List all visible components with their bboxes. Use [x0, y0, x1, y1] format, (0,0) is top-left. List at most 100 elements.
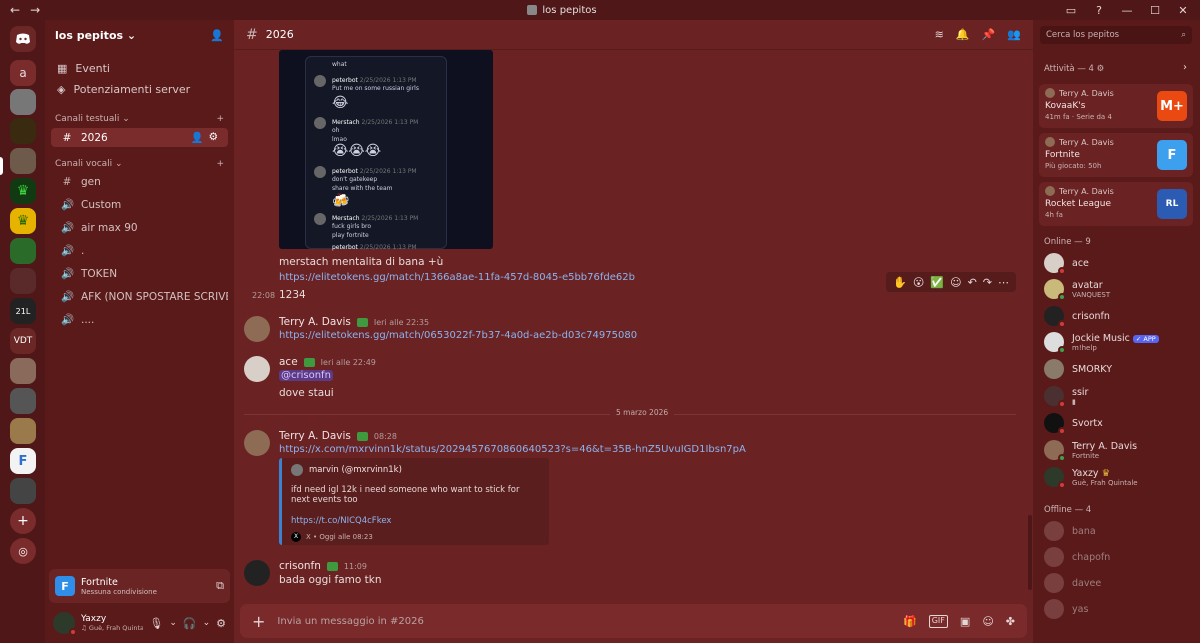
message-author[interactable]: Terry A. Davis	[279, 430, 351, 442]
server-icon[interactable]	[10, 388, 36, 414]
user-mention[interactable]: @crisonfn	[279, 370, 333, 381]
bell-icon[interactable]: 🔔	[956, 28, 970, 41]
gear-icon[interactable]: ⚙	[209, 131, 218, 144]
message-author[interactable]: ace	[279, 356, 298, 368]
voice-channel-custom[interactable]: 🔊 Custom	[51, 195, 228, 214]
add-reaction-icon[interactable]: ☺	[950, 276, 961, 289]
pin-icon[interactable]: 📌	[982, 28, 996, 41]
apps-icon[interactable]: ✤	[1006, 615, 1015, 628]
headphones-icon[interactable]: 🎧	[183, 617, 197, 630]
gear-icon[interactable]: ⚙	[216, 617, 226, 630]
threads-icon[interactable]: ≋	[935, 28, 944, 41]
avatar[interactable]	[53, 612, 77, 636]
discord-home-icon[interactable]	[10, 26, 36, 52]
member-list-icon[interactable]: 👥	[1007, 28, 1021, 41]
more-options-icon[interactable]: ⋯	[998, 276, 1009, 289]
server-icon[interactable]	[10, 238, 36, 264]
forward-icon[interactable]: ↷	[983, 276, 992, 289]
add-channel-icon[interactable]: +	[216, 159, 224, 169]
server-vdt[interactable]: VDT	[10, 328, 36, 354]
member-item[interactable]: crisonfn	[1044, 306, 1194, 328]
message-input[interactable]	[277, 615, 892, 627]
add-channel-icon[interactable]: +	[216, 114, 224, 124]
close-icon[interactable]: ✕	[1176, 4, 1190, 17]
discover-icon[interactable]: ◎	[10, 538, 36, 564]
chevron-down-icon[interactable]: ⌄	[203, 618, 211, 628]
avatar[interactable]	[244, 430, 270, 456]
reply-icon[interactable]: ↶	[968, 276, 977, 289]
reaction-check-icon[interactable]: ✅	[930, 276, 944, 289]
server-a[interactable]: a	[10, 60, 36, 86]
member-item[interactable]: bana	[1044, 521, 1194, 541]
server-header[interactable]: los pepitos ⌄ 👤	[45, 20, 234, 50]
member-item[interactable]: SMORKY	[1044, 359, 1194, 379]
invite-icon[interactable]: 👤	[191, 131, 204, 144]
server-icon[interactable]	[10, 89, 36, 115]
avatar[interactable]	[244, 356, 270, 382]
server-icon[interactable]: 21L	[10, 298, 36, 324]
server-icon[interactable]	[10, 478, 36, 504]
message-author[interactable]: Terry A. Davis	[279, 316, 351, 328]
server-boost-link[interactable]: ◈ Potenziamenti server	[45, 79, 234, 100]
member-item[interactable]: Yaxzy ♛ Guè, Frah Quintale	[1044, 467, 1194, 489]
member-item[interactable]: yas	[1044, 599, 1194, 619]
reaction-hand-icon[interactable]: ✋	[893, 276, 907, 289]
activity-card[interactable]: Terry A. Davis Fortnite Più giocato: 50h…	[1039, 133, 1193, 177]
maximize-icon[interactable]: ☐	[1148, 4, 1162, 17]
search-input[interactable]: Cerca los pepitos ⌕	[1040, 26, 1192, 44]
message-author[interactable]: crisonfn	[279, 560, 321, 572]
fortnite-server-icon[interactable]: F	[10, 448, 36, 474]
voice-channel-dot[interactable]: 🔊.	[51, 241, 228, 260]
back-arrow-icon[interactable]: ←	[10, 3, 20, 17]
server-icon[interactable]	[10, 118, 36, 144]
sticker-icon[interactable]: ▣	[960, 615, 970, 628]
member-item[interactable]: ssir ▮	[1044, 386, 1194, 408]
voice-channel-afk[interactable]: 🔊 AFK (NON SPOSTARE SCRIVET...	[51, 287, 228, 306]
activity-card[interactable]: Terry A. Davis Rocket League 4h fa RL	[1039, 182, 1193, 226]
member-item[interactable]: Svortx	[1044, 413, 1194, 435]
gif-icon[interactable]: GIF	[928, 614, 948, 628]
minimize-icon[interactable]: —	[1120, 4, 1134, 17]
gift-icon[interactable]: 🎁	[903, 615, 917, 628]
screen-share-icon[interactable]: ⧉	[216, 579, 224, 593]
member-item[interactable]: chapofn	[1044, 547, 1194, 567]
forward-arrow-icon[interactable]: →	[30, 3, 40, 17]
microphone-icon[interactable]: 🎙	[149, 617, 163, 630]
message-link[interactable]: https://elitetokens.gg/match/1366a8ae-11…	[279, 272, 635, 283]
help-icon[interactable]: ?	[1092, 4, 1106, 17]
add-server-icon[interactable]: +	[10, 508, 36, 534]
events-link[interactable]: ▦ Eventi	[45, 58, 234, 79]
crown-server-icon[interactable]: ♛	[10, 178, 36, 204]
attached-image[interactable]: what peterbot 2/25/2026 1:13 PM Put me o…	[279, 50, 493, 251]
server-icon[interactable]	[10, 418, 36, 444]
voice-channel-dots[interactable]: 🔊....	[51, 310, 228, 329]
server-icon[interactable]	[10, 358, 36, 384]
member-item[interactable]: ace	[1044, 253, 1194, 275]
embed-link[interactable]: https://t.co/NICQ4cFkex	[291, 516, 540, 526]
chevron-down-icon[interactable]: ⌄	[169, 618, 177, 628]
server-icon[interactable]	[10, 148, 36, 174]
server-icon[interactable]	[10, 268, 36, 294]
reaction-face-icon[interactable]: 😮	[913, 276, 924, 289]
member-item[interactable]: Terry A. Davis Fortnite	[1044, 440, 1194, 462]
text-category[interactable]: Canali testuali ⌄ +	[45, 114, 234, 124]
avatar[interactable]	[244, 316, 270, 342]
crown-server-icon[interactable]: ♛	[10, 208, 36, 234]
voice-channel-gen[interactable]: # gen	[51, 173, 228, 191]
scrollbar[interactable]	[1028, 515, 1032, 590]
chevron-right-icon[interactable]: ›	[1183, 62, 1187, 73]
member-item[interactable]: Jockie Music ✓ APP m!help	[1044, 332, 1194, 354]
embed-author[interactable]: marvin (@mxrvinn1k)	[309, 465, 402, 475]
emoji-icon[interactable]: ☺	[982, 615, 993, 628]
inbox-icon[interactable]: ▭	[1064, 4, 1078, 17]
avatar[interactable]	[244, 560, 270, 586]
invite-people-icon[interactable]: 👤	[210, 29, 224, 42]
activity-card[interactable]: Terry A. Davis KovaaK's 41m fa · Serie d…	[1039, 84, 1193, 128]
message-link[interactable]: https://x.com/mxrvinn1k/status/202945767…	[279, 444, 746, 455]
voice-channel-token[interactable]: 🔊 TOKEN	[51, 264, 228, 283]
attach-plus-icon[interactable]: +	[252, 612, 265, 631]
message-link[interactable]: https://elitetokens.gg/match/0653022f-7b…	[279, 330, 637, 341]
channel-2026[interactable]: # 2026 👤 ⚙	[51, 128, 228, 147]
member-item[interactable]: avatar VANQUEST	[1044, 279, 1194, 301]
voice-category[interactable]: Canali vocali ⌄ +	[45, 159, 234, 169]
